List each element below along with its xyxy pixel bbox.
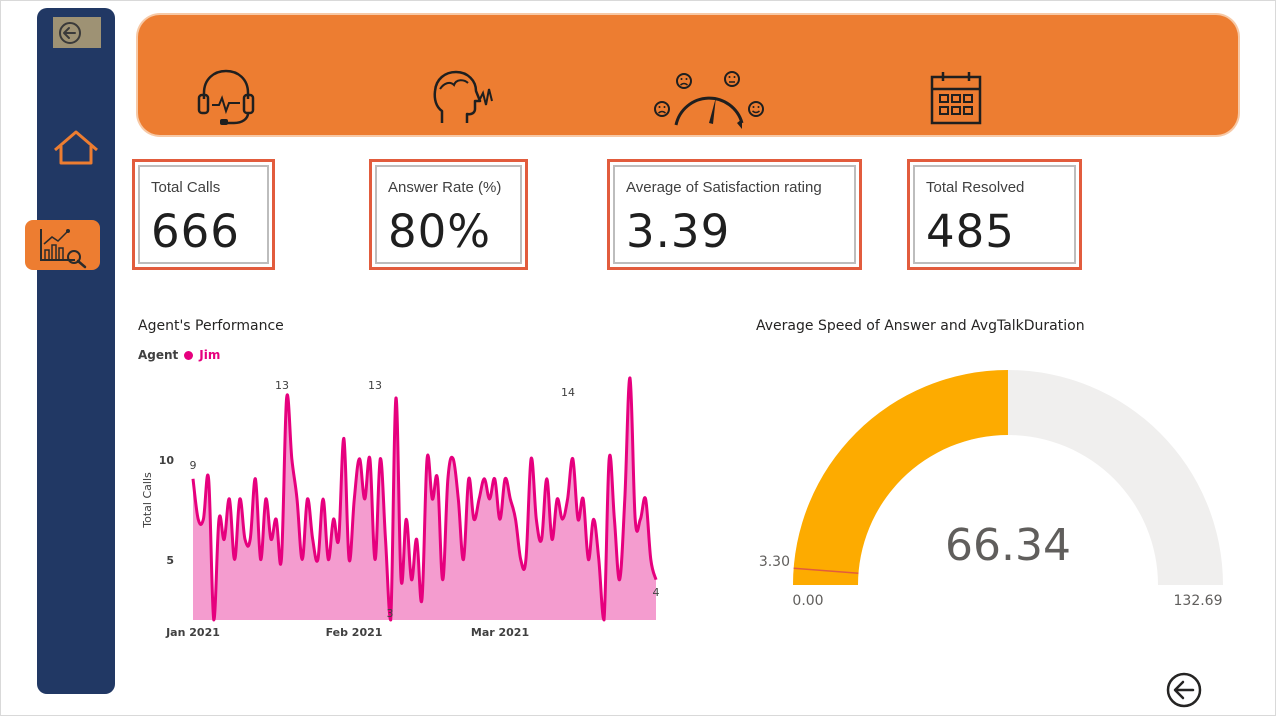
- kpi-label: Answer Rate (%): [388, 179, 502, 196]
- agent-performance-chart[interactable]: Total Calls 10 5 Jan 2021 Feb 2021 Mar 2…: [130, 370, 670, 645]
- kpi-value: 3.39: [626, 205, 731, 258]
- satisfaction-gauge-icon: [654, 71, 764, 129]
- speaking-head-icon: [433, 70, 493, 123]
- agent-chart-legend: Agent Jim: [138, 348, 220, 362]
- kpi-value: 485: [926, 205, 1015, 258]
- x-tick-feb: Feb 2021: [326, 626, 383, 639]
- kpi-card-answer-rate: Answer Rate (%) 80%: [369, 159, 528, 270]
- back-arrow-icon: [1166, 672, 1202, 708]
- x-tick-jan: Jan 2021: [165, 626, 220, 639]
- kpi-label: Total Calls: [151, 179, 221, 196]
- kpi-card-inner: Average of Satisfaction rating 3.39: [613, 165, 856, 264]
- data-label: 13: [275, 379, 289, 392]
- back-button-bottom[interactable]: [1165, 671, 1203, 709]
- agent-chart-marks: [191, 376, 658, 622]
- data-label: 13: [368, 379, 382, 392]
- header-banner: [138, 15, 1238, 135]
- kpi-card-satisfaction: Average of Satisfaction rating 3.39: [607, 159, 862, 270]
- gauge-min-label: 0.00: [792, 593, 823, 609]
- home-icon: [54, 130, 98, 165]
- gauge-max-label: 132.69: [1174, 593, 1223, 609]
- kpi-card-inner: Answer Rate (%) 80%: [375, 165, 522, 264]
- back-button[interactable]: [53, 17, 101, 48]
- back-arrow-icon: [59, 21, 81, 44]
- kpi-label: Average of Satisfaction rating: [626, 179, 822, 196]
- gauge-value: 66.34: [945, 520, 1071, 571]
- headset-agent-icon: [197, 69, 255, 125]
- kpi-value: 80%: [388, 205, 492, 258]
- calendar-icon: [930, 72, 982, 125]
- data-label: 9: [190, 459, 197, 472]
- kpi-card-inner: Total Resolved 485: [913, 165, 1076, 264]
- report-nav-button[interactable]: [25, 220, 100, 270]
- sidebar: [37, 8, 115, 694]
- y-tick-10: 10: [159, 454, 175, 467]
- y-tick-5: 5: [166, 554, 174, 567]
- kpi-value: 666: [151, 205, 240, 258]
- kpi-card-inner: Total Calls 666: [138, 165, 269, 264]
- kpi-card-total-resolved: Total Resolved 485: [907, 159, 1082, 270]
- kpi-card-total-calls: Total Calls 666: [132, 159, 275, 270]
- y-axis-title: Total Calls: [141, 472, 154, 529]
- legend-title: Agent: [138, 348, 179, 362]
- legend-marker: [184, 350, 194, 360]
- kpi-label: Total Resolved: [926, 179, 1025, 196]
- gauge-target-label: 3.30: [759, 554, 790, 570]
- agent-chart-title: Agent's Performance: [138, 318, 284, 334]
- legend-series-name[interactable]: Jim: [199, 348, 220, 362]
- data-label: 3: [387, 607, 394, 620]
- data-label: 4: [653, 586, 660, 599]
- report-analytics-icon: [40, 229, 87, 269]
- data-label: 14: [561, 386, 575, 399]
- x-tick-mar: Mar 2021: [471, 626, 529, 639]
- gauge-chart-title: Average Speed of Answer and AvgTalkDurat…: [756, 318, 1085, 334]
- home-nav-button[interactable]: [51, 128, 101, 168]
- gauge-chart[interactable]: 66.34 0.00 132.69 3.30: [740, 360, 1240, 620]
